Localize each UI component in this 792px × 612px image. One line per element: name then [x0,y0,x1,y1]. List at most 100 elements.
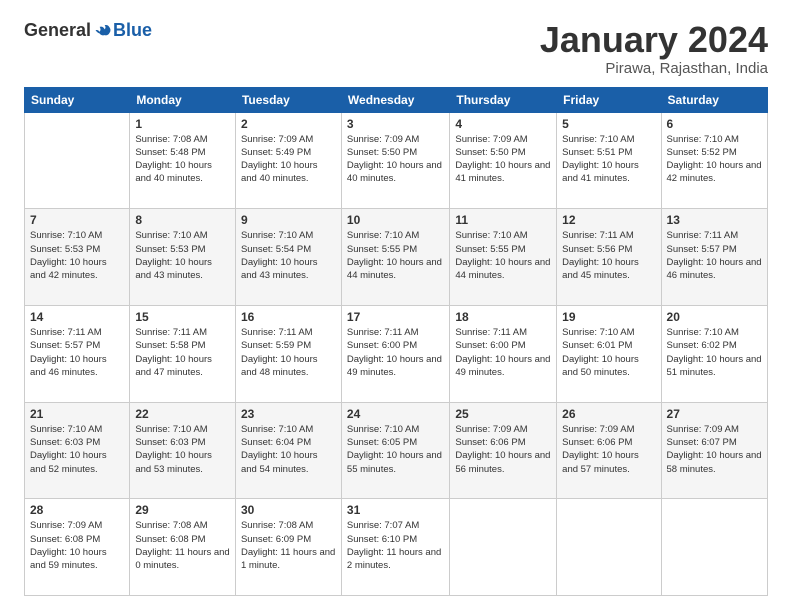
day-number: 14 [30,310,124,324]
header-cell-tuesday: Tuesday [235,87,341,112]
day-number: 8 [135,213,230,227]
day-info: Sunrise: 7:11 AM Sunset: 5:56 PM Dayligh… [562,229,655,282]
calendar-cell: 30Sunrise: 7:08 AM Sunset: 6:09 PM Dayli… [235,499,341,596]
day-info: Sunrise: 7:10 AM Sunset: 5:51 PM Dayligh… [562,133,655,186]
logo-bird-icon [93,21,113,41]
day-info: Sunrise: 7:10 AM Sunset: 6:05 PM Dayligh… [347,423,444,476]
day-number: 5 [562,117,655,131]
day-info: Sunrise: 7:11 AM Sunset: 5:58 PM Dayligh… [135,326,230,379]
week-row-2: 14 Sunrise: 7:11 AM Sunset: 5:57 PM Dayli… [25,305,768,402]
day-info: Sunrise: 7:08 AM Sunset: 5:48 PM Dayligh… [135,133,230,186]
day-number: 21 [30,407,124,421]
week-row-3: 21 Sunrise: 7:10 AM Sunset: 6:03 PM Dayli… [25,402,768,499]
day-number: 7 [30,213,124,227]
day-number: 11 [455,213,551,227]
day-number: 17 [347,310,444,324]
day-number: 10 [347,213,444,227]
day-info: Sunrise: 7:08 AM Sunset: 6:08 PM Dayligh… [135,519,230,572]
header-row: SundayMondayTuesdayWednesdayThursdayFrid… [25,87,768,112]
day-info: Sunrise: 7:10 AM Sunset: 5:54 PM Dayligh… [241,229,336,282]
day-info: Sunrise: 7:11 AM Sunset: 6:00 PM Dayligh… [455,326,551,379]
day-number: 26 [562,407,655,421]
calendar-cell: 27Sunrise: 7:09 AM Sunset: 6:07 PM Dayli… [661,402,767,499]
calendar-cell: 16Sunrise: 7:11 AM Sunset: 5:59 PM Dayli… [235,305,341,402]
header-cell-monday: Monday [130,87,236,112]
day-info: Sunrise: 7:10 AM Sunset: 6:02 PM Dayligh… [667,326,762,379]
day-info: Sunrise: 7:10 AM Sunset: 6:03 PM Dayligh… [30,423,124,476]
calendar-cell: 14 Sunrise: 7:11 AM Sunset: 5:57 PM Dayli… [25,305,130,402]
day-info: Sunrise: 7:09 AM Sunset: 6:06 PM Dayligh… [455,423,551,476]
day-number: 3 [347,117,444,131]
day-number: 24 [347,407,444,421]
header: General Blue January 2024 Pirawa, Rajast… [24,20,768,77]
calendar-cell: 26 Sunrise: 7:09 AM Sunset: 6:06 PM Dayli… [557,402,661,499]
day-number: 2 [241,117,336,131]
calendar-cell: 15 Sunrise: 7:11 AM Sunset: 5:58 PM Dayli… [130,305,236,402]
calendar-cell: 20 Sunrise: 7:10 AM Sunset: 6:02 PM Dayli… [661,305,767,402]
day-number: 22 [135,407,230,421]
calendar-cell [450,499,557,596]
day-info: Sunrise: 7:11 AM Sunset: 5:57 PM Dayligh… [667,229,762,282]
location: Pirawa, Rajasthan, India [540,60,768,77]
day-number: 28 [30,503,124,517]
day-info: Sunrise: 7:09 AM Sunset: 6:07 PM Dayligh… [667,423,762,476]
week-row-0: 1 Sunrise: 7:08 AM Sunset: 5:48 PM Daylig… [25,112,768,209]
day-number: 18 [455,310,551,324]
header-cell-sunday: Sunday [25,87,130,112]
header-cell-wednesday: Wednesday [341,87,449,112]
calendar-cell: 17Sunrise: 7:11 AM Sunset: 6:00 PM Dayli… [341,305,449,402]
day-info: Sunrise: 7:11 AM Sunset: 5:57 PM Dayligh… [30,326,124,379]
calendar-cell: 23Sunrise: 7:10 AM Sunset: 6:04 PM Dayli… [235,402,341,499]
calendar-cell: 1 Sunrise: 7:08 AM Sunset: 5:48 PM Daylig… [130,112,236,209]
header-cell-saturday: Saturday [661,87,767,112]
page: General Blue January 2024 Pirawa, Rajast… [0,0,792,612]
day-info: Sunrise: 7:11 AM Sunset: 5:59 PM Dayligh… [241,326,336,379]
day-number: 20 [667,310,762,324]
calendar-cell: 7Sunrise: 7:10 AM Sunset: 5:53 PM Daylig… [25,209,130,306]
day-number: 15 [135,310,230,324]
day-number: 13 [667,213,762,227]
day-number: 6 [667,117,762,131]
calendar-cell: 11Sunrise: 7:10 AM Sunset: 5:55 PM Dayli… [450,209,557,306]
day-info: Sunrise: 7:09 AM Sunset: 5:49 PM Dayligh… [241,133,336,186]
day-number: 9 [241,213,336,227]
calendar-cell: 22 Sunrise: 7:10 AM Sunset: 6:03 PM Dayli… [130,402,236,499]
week-row-4: 28Sunrise: 7:09 AM Sunset: 6:08 PM Dayli… [25,499,768,596]
logo-general: General [24,20,91,41]
calendar-cell: 2 Sunrise: 7:09 AM Sunset: 5:49 PM Daylig… [235,112,341,209]
day-number: 25 [455,407,551,421]
day-number: 1 [135,117,230,131]
day-number: 12 [562,213,655,227]
logo: General Blue [24,20,152,41]
calendar-cell: 6 Sunrise: 7:10 AM Sunset: 5:52 PM Daylig… [661,112,767,209]
calendar-cell [557,499,661,596]
calendar-cell: 24 Sunrise: 7:10 AM Sunset: 6:05 PM Dayli… [341,402,449,499]
calendar-cell: 3Sunrise: 7:09 AM Sunset: 5:50 PM Daylig… [341,112,449,209]
day-number: 23 [241,407,336,421]
header-cell-thursday: Thursday [450,87,557,112]
day-info: Sunrise: 7:10 AM Sunset: 6:03 PM Dayligh… [135,423,230,476]
calendar-cell: 5 Sunrise: 7:10 AM Sunset: 5:51 PM Daylig… [557,112,661,209]
calendar-cell: 4 Sunrise: 7:09 AM Sunset: 5:50 PM Daylig… [450,112,557,209]
calendar-cell: 18 Sunrise: 7:11 AM Sunset: 6:00 PM Dayli… [450,305,557,402]
day-info: Sunrise: 7:10 AM Sunset: 5:53 PM Dayligh… [135,229,230,282]
calendar-cell: 21 Sunrise: 7:10 AM Sunset: 6:03 PM Dayli… [25,402,130,499]
day-info: Sunrise: 7:09 AM Sunset: 5:50 PM Dayligh… [455,133,551,186]
day-number: 19 [562,310,655,324]
calendar-cell: 10 Sunrise: 7:10 AM Sunset: 5:55 PM Dayli… [341,209,449,306]
header-cell-friday: Friday [557,87,661,112]
month-title: January 2024 [540,20,768,60]
calendar-cell: 13 Sunrise: 7:11 AM Sunset: 5:57 PM Dayli… [661,209,767,306]
calendar-cell: 28Sunrise: 7:09 AM Sunset: 6:08 PM Dayli… [25,499,130,596]
day-info: Sunrise: 7:08 AM Sunset: 6:09 PM Dayligh… [241,519,336,572]
calendar-table: SundayMondayTuesdayWednesdayThursdayFrid… [24,87,768,596]
day-number: 4 [455,117,551,131]
day-info: Sunrise: 7:10 AM Sunset: 5:55 PM Dayligh… [347,229,444,282]
calendar-cell: 29Sunrise: 7:08 AM Sunset: 6:08 PM Dayli… [130,499,236,596]
calendar-cell: 8 Sunrise: 7:10 AM Sunset: 5:53 PM Daylig… [130,209,236,306]
day-info: Sunrise: 7:09 AM Sunset: 6:06 PM Dayligh… [562,423,655,476]
calendar-cell: 9 Sunrise: 7:10 AM Sunset: 5:54 PM Daylig… [235,209,341,306]
day-info: Sunrise: 7:10 AM Sunset: 5:52 PM Dayligh… [667,133,762,186]
day-number: 31 [347,503,444,517]
calendar-cell: 25 Sunrise: 7:09 AM Sunset: 6:06 PM Dayli… [450,402,557,499]
